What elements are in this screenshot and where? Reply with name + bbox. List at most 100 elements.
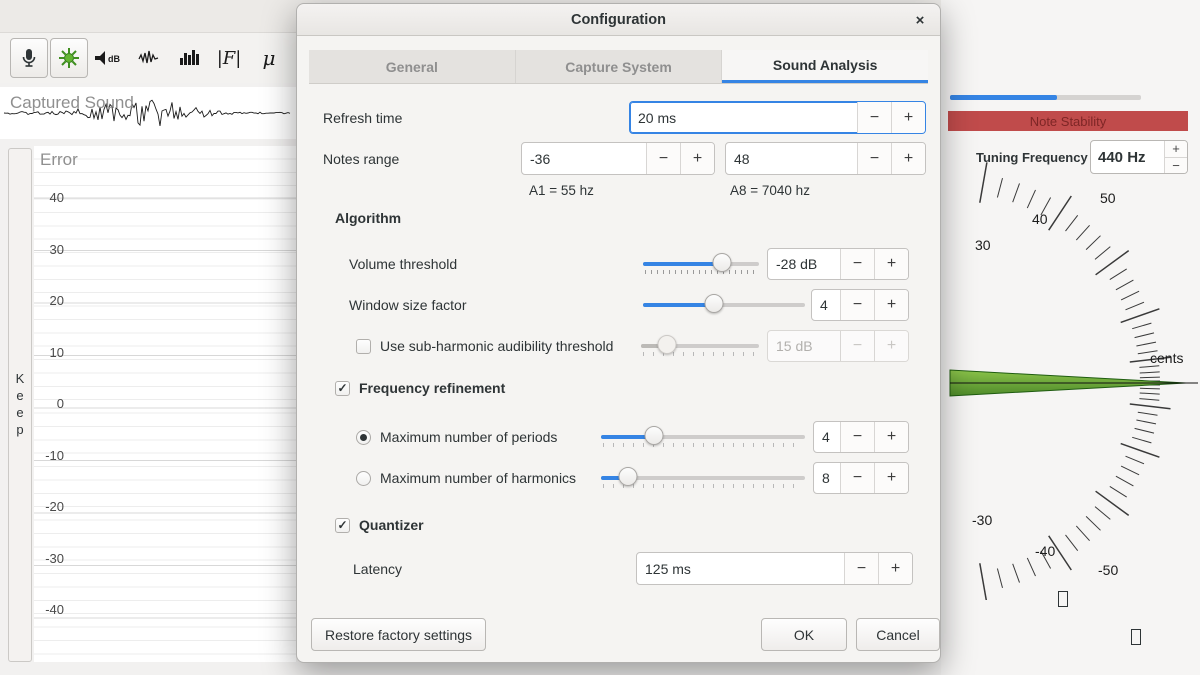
tab-general[interactable]: General <box>309 50 516 83</box>
latency-value[interactable]: 125 ms <box>637 553 844 584</box>
max-periods-decrement[interactable]: − <box>840 422 874 452</box>
max-periods-increment[interactable]: + <box>874 422 908 452</box>
window-size-factor-increment[interactable]: + <box>874 290 908 320</box>
waveform-view-button[interactable] <box>130 38 168 78</box>
frequency-refinement-row: ✓ Frequency refinement <box>335 378 505 398</box>
dialog-tab-bar: General Capture System Sound Analysis <box>309 50 928 84</box>
cents-dial-gauge <box>940 160 1200 600</box>
refresh-time-increment[interactable]: + <box>891 102 925 133</box>
tuner-toggle-button[interactable] <box>50 38 88 78</box>
cents-unit-label: cents <box>1150 350 1183 366</box>
window-size-factor-value[interactable]: 4 <box>812 290 840 320</box>
slider-handle[interactable] <box>712 253 731 272</box>
dialog-titlebar: Configuration × <box>297 4 940 36</box>
subharmonic-checkbox[interactable] <box>356 339 371 354</box>
histogram-bars-icon <box>177 46 201 70</box>
y-axis-tick: -20 <box>38 499 64 514</box>
refresh-time-value[interactable]: 20 ms <box>630 102 857 133</box>
notes-range-high-hint: A8 = 7040 hz <box>730 183 810 198</box>
notes-range-high-increment[interactable]: + <box>891 143 925 174</box>
microphone-toggle-button[interactable] <box>10 38 48 78</box>
microphone-icon <box>17 46 41 70</box>
subharmonic-row: Use sub-harmonic audibility threshold <box>356 330 613 362</box>
y-axis-tick: -10 <box>38 448 64 463</box>
y-axis-tick: 0 <box>38 396 64 411</box>
green-burst-icon <box>57 46 81 70</box>
ok-button[interactable]: OK <box>761 618 847 651</box>
refresh-time-decrement[interactable]: − <box>857 102 891 133</box>
max-periods-row: Maximum number of periods <box>356 421 557 453</box>
gauge-label-minus40: -40 <box>1035 543 1055 559</box>
latency-decrement[interactable]: − <box>844 553 878 584</box>
tab-sound-analysis[interactable]: Sound Analysis <box>722 50 928 83</box>
gauge-label-minus30: -30 <box>972 512 992 528</box>
keep-button[interactable]: Keep <box>8 148 32 662</box>
notes-range-low-hint: A1 = 55 hz <box>529 183 594 198</box>
tuning-frequency-increment[interactable]: + <box>1165 141 1187 158</box>
max-harmonics-spinbox: 8 − + <box>813 462 909 494</box>
max-periods-radio[interactable] <box>356 430 371 445</box>
tab-capture-system[interactable]: Capture System <box>516 50 723 83</box>
window-size-factor-slider[interactable] <box>643 291 805 319</box>
volume-threshold-spinbox: -28 dB − + <box>767 248 909 280</box>
fourier-view-button[interactable]: |F| <box>210 38 248 78</box>
notes-range-low-value[interactable]: -36 <box>522 143 646 174</box>
max-periods-slider[interactable] <box>601 423 805 451</box>
quantizer-row: ✓ Quantizer <box>335 515 424 535</box>
frequency-refinement-label: Frequency refinement <box>359 380 505 396</box>
max-periods-value[interactable]: 4 <box>814 422 840 452</box>
volume-threshold-value[interactable]: -28 dB <box>768 249 840 279</box>
volume-db-button[interactable]: dB <box>90 38 128 78</box>
spectrum-view-button[interactable] <box>170 38 208 78</box>
window-size-factor-decrement[interactable]: − <box>840 290 874 320</box>
algorithm-section-label: Algorithm <box>335 210 401 226</box>
notes-range-label: Notes range <box>323 142 399 175</box>
missing-glyph-box <box>1058 591 1068 607</box>
missing-glyph-box <box>1131 629 1141 645</box>
max-harmonics-slider[interactable] <box>601 464 805 492</box>
error-plot-panel: Error 40 30 20 10 0 -10 -20 -30 -40 <box>34 146 296 662</box>
gauge-label-minus50: -50 <box>1098 562 1118 578</box>
max-periods-label: Maximum number of periods <box>380 429 557 445</box>
subharmonic-spinbox: 15 dB − + <box>767 330 909 362</box>
frequency-refinement-checkbox[interactable]: ✓ <box>335 381 350 396</box>
slider-tick-marks <box>645 270 757 274</box>
notes-range-low-increment[interactable]: + <box>680 143 714 174</box>
statistics-view-button[interactable]: μ <box>250 38 288 78</box>
max-harmonics-value[interactable]: 8 <box>814 463 840 493</box>
slider-handle[interactable] <box>645 426 664 445</box>
close-icon[interactable]: × <box>910 10 930 30</box>
notes-range-low-decrement[interactable]: − <box>646 143 680 174</box>
subharmonic-decrement: − <box>840 331 874 361</box>
slider-handle[interactable] <box>705 294 724 313</box>
max-harmonics-radio[interactable] <box>356 471 371 486</box>
y-axis-tick: -40 <box>38 602 64 617</box>
y-axis-tick: 10 <box>38 345 64 360</box>
refresh-time-spinbox: 20 ms − + <box>629 101 926 134</box>
keep-button-label: Keep <box>13 371 28 439</box>
slider-handle <box>657 335 676 354</box>
slider-handle[interactable] <box>618 467 637 486</box>
notes-range-high-value[interactable]: 48 <box>726 143 857 174</box>
restore-factory-settings-button[interactable]: Restore factory settings <box>311 618 486 651</box>
subharmonic-increment: + <box>874 331 908 361</box>
quantizer-checkbox[interactable]: ✓ <box>335 518 350 533</box>
volume-threshold-slider[interactable] <box>643 250 759 278</box>
latency-spinbox: 125 ms − + <box>636 552 913 585</box>
captured-sound-title: Captured Sound <box>10 93 134 113</box>
error-plot-gridlines <box>34 146 296 662</box>
subharmonic-label: Use sub-harmonic audibility threshold <box>380 338 613 354</box>
y-axis-tick: 20 <box>38 293 64 308</box>
max-harmonics-increment[interactable]: + <box>874 463 908 493</box>
cancel-button[interactable]: Cancel <box>856 618 940 651</box>
error-plot-title: Error <box>40 150 78 170</box>
subharmonic-value: 15 dB <box>768 331 840 361</box>
gauge-label-40: 40 <box>1032 211 1048 227</box>
notes-range-high-decrement[interactable]: − <box>857 143 891 174</box>
max-harmonics-label: Maximum number of harmonics <box>380 470 576 486</box>
latency-increment[interactable]: + <box>878 553 912 584</box>
volume-threshold-increment[interactable]: + <box>874 249 908 279</box>
volume-threshold-decrement[interactable]: − <box>840 249 874 279</box>
max-harmonics-decrement[interactable]: − <box>840 463 874 493</box>
window-size-factor-label: Window size factor <box>349 289 466 321</box>
